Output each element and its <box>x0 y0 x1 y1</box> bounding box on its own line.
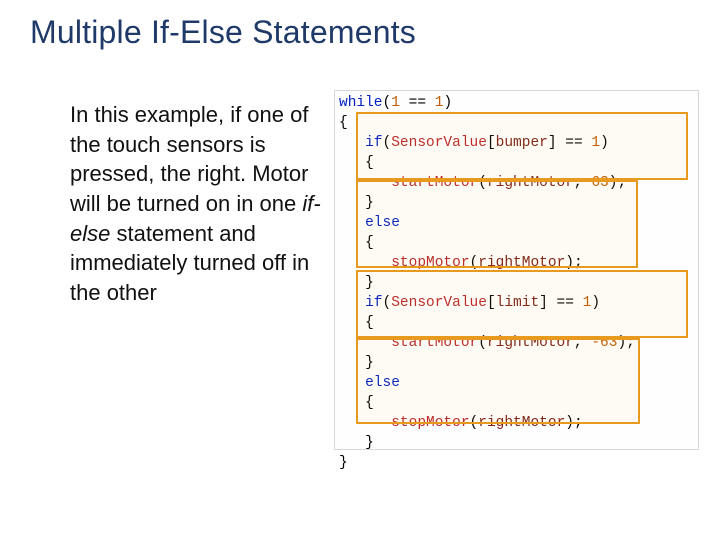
t: ) <box>443 95 452 111</box>
t: ] == <box>548 135 592 151</box>
t: { <box>339 315 374 331</box>
t: { <box>339 235 374 251</box>
ident-stopmotor: stopMotor <box>391 415 469 431</box>
kw-while: while <box>339 95 383 111</box>
t: { <box>339 395 374 411</box>
ident-sensorvalue: SensorValue <box>391 295 487 311</box>
t: 1 <box>591 135 600 151</box>
t: ); <box>617 335 634 351</box>
ident-startmotor: startMotor <box>391 335 478 351</box>
paragraph-part1: In this example, if one of the touch sen… <box>70 102 308 216</box>
t: { <box>339 115 348 131</box>
t <box>339 175 391 191</box>
ident-startmotor: startMotor <box>391 175 478 191</box>
t <box>339 335 391 351</box>
t: } <box>339 275 374 291</box>
t <box>339 255 391 271</box>
t: 1 <box>391 95 400 111</box>
t: [ <box>487 295 496 311</box>
ident-rightmotor: rightMotor <box>487 175 574 191</box>
t: == <box>400 95 435 111</box>
ident-rightmotor: rightMotor <box>478 255 565 271</box>
t: ); <box>565 255 582 271</box>
kw-else: else <box>339 375 400 391</box>
t: [ <box>487 135 496 151</box>
t: } <box>339 195 374 211</box>
t: , <box>574 335 591 351</box>
t: -63 <box>591 335 617 351</box>
ident-limit: limit <box>496 295 540 311</box>
t: ( <box>470 255 479 271</box>
t: ( <box>383 295 392 311</box>
t: ( <box>470 415 479 431</box>
t: ( <box>478 335 487 351</box>
code-listing: while(1 == 1) { if(SensorValue[bumper] =… <box>335 91 698 475</box>
kw-if: if <box>339 135 383 151</box>
t: , <box>574 175 591 191</box>
t: ] == <box>539 295 583 311</box>
t: } <box>339 355 374 371</box>
t: ) <box>600 135 609 151</box>
kw-else: else <box>339 215 400 231</box>
t: ) <box>591 295 600 311</box>
t: { <box>339 155 374 171</box>
t: ( <box>383 95 392 111</box>
slide-title: Multiple If-Else Statements <box>30 14 416 51</box>
t: ( <box>478 175 487 191</box>
t: ); <box>609 175 626 191</box>
body-paragraph: In this example, if one of the touch sen… <box>70 100 330 308</box>
kw-if: if <box>339 295 383 311</box>
ident-rightmotor: rightMotor <box>478 415 565 431</box>
t: 63 <box>591 175 608 191</box>
t: ( <box>383 135 392 151</box>
t <box>339 415 391 431</box>
ident-rightmotor: rightMotor <box>487 335 574 351</box>
ident-sensorvalue: SensorValue <box>391 135 487 151</box>
t: } <box>339 435 374 451</box>
t: } <box>339 455 348 471</box>
ident-stopmotor: stopMotor <box>391 255 469 271</box>
ident-bumper: bumper <box>496 135 548 151</box>
t: ); <box>565 415 582 431</box>
slide: Multiple If-Else Statements In this exam… <box>0 0 720 540</box>
code-panel: while(1 == 1) { if(SensorValue[bumper] =… <box>334 90 699 450</box>
